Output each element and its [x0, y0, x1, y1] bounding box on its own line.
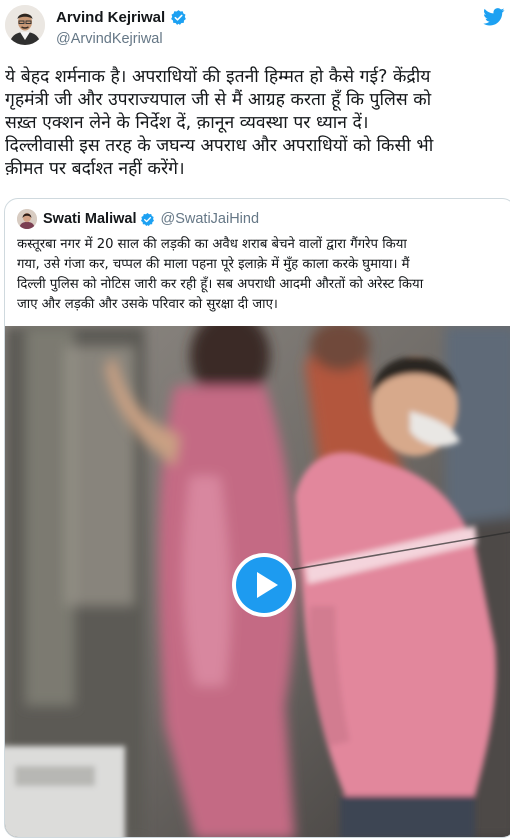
author-name[interactable]: Arvind Kejriwal — [56, 9, 165, 26]
author-avatar[interactable] — [5, 5, 45, 45]
quoted-tweet-card[interactable]: Swati Maliwal @SwatiJaiHind कस्तूरबा नगर… — [4, 198, 510, 838]
tweet-text-line: क़ीमत पर बर्दाश्त नहीं करेंगे। — [5, 159, 185, 179]
tweet-text-line: सख़्त एक्शन लेने के निर्देश दें, क़ानून … — [5, 113, 369, 133]
quoted-text-line: दिल्ली पुलिस को नोटिस जारी कर रही हूँ। स… — [17, 277, 424, 292]
video-player[interactable] — [5, 326, 510, 837]
verified-badge-icon — [141, 212, 155, 226]
verified-badge-icon — [171, 10, 187, 25]
tweet-text-line: दिल्लीवासी इस तरह के जघन्य अपराध और अपरा… — [5, 136, 434, 156]
play-icon — [257, 572, 278, 598]
quoted-tweet-text: कस्तूरबा नगर में 20 साल की लड़की का अवैध… — [17, 235, 510, 315]
quoted-author-name[interactable]: Swati Maliwal — [43, 211, 136, 227]
play-button[interactable] — [232, 553, 296, 617]
author-name-row: Arvind Kejriwal — [56, 9, 187, 26]
quoted-text-line: गया, उसे गंजा कर, चप्पल की माला पहना पूर… — [17, 257, 410, 272]
quoted-text-line: कस्तूरबा नगर में 20 साल की लड़की का अवैध… — [17, 237, 407, 252]
quoted-author-handle[interactable]: @SwatiJaiHind — [160, 211, 259, 227]
tweet-text-line: गृहमंत्री जी और उपराज्यपाल जी से मैं आग्… — [5, 90, 432, 110]
twitter-bird-icon[interactable] — [483, 8, 505, 26]
quoted-tweet-header: Swati Maliwal @SwatiJaiHind — [17, 209, 259, 229]
tweet-header: Arvind Kejriwal @ArvindKejriwal — [0, 0, 510, 56]
tweet-text: ये बेहद शर्मनाक है। अपराधियों की इतनी हि… — [5, 66, 510, 181]
quoted-author-avatar[interactable] — [17, 209, 37, 229]
tweet-text-line: ये बेहद शर्मनाक है। अपराधियों की इतनी हि… — [5, 67, 431, 87]
quoted-text-line: जाए और लड़की और उसके परिवार को सुरक्षा द… — [17, 297, 278, 312]
author-handle[interactable]: @ArvindKejriwal — [56, 31, 163, 47]
